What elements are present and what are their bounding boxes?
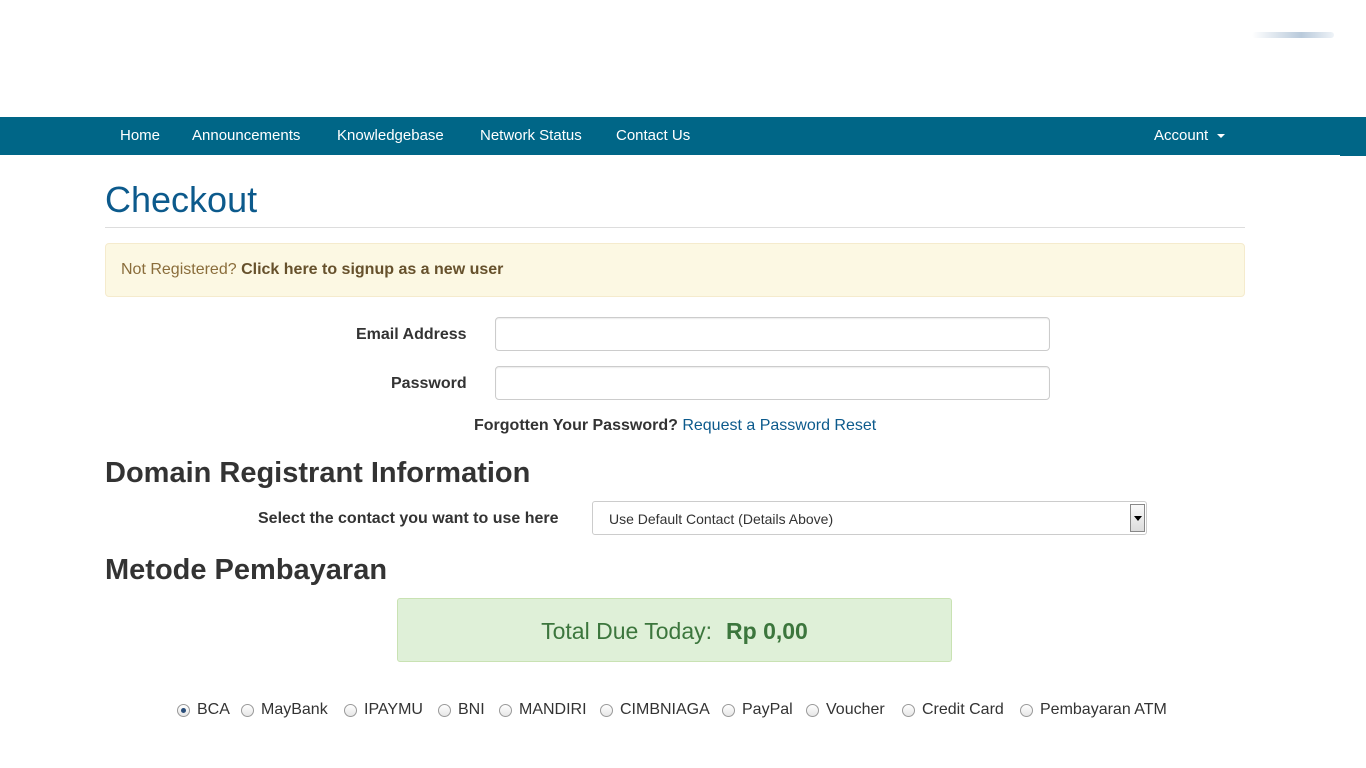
email-field[interactable] (495, 317, 1050, 351)
payment-option-label: MANDIRI (519, 701, 587, 718)
forgot-password-row: Forgotten Your Password? Request a Passw… (474, 417, 876, 435)
payment-option-label: IPAYMU (364, 701, 423, 718)
total-due-text: Total Due Today: Rp 0,00 (398, 618, 951, 645)
radio-icon[interactable] (600, 704, 613, 717)
registrant-heading: Domain Registrant Information (105, 457, 531, 489)
payment-option-label: BNI (458, 701, 485, 718)
password-field[interactable] (495, 366, 1050, 400)
site-header (0, 0, 1366, 117)
payment-option-label: Pembayaran ATM (1040, 701, 1167, 718)
radio-icon[interactable] (241, 704, 254, 717)
dropdown-arrow-icon[interactable] (1130, 504, 1145, 532)
radio-icon[interactable] (902, 704, 915, 717)
radio-icon[interactable] (177, 704, 190, 717)
radio-icon[interactable] (722, 704, 735, 717)
nav-contact-us[interactable]: Contact Us (616, 117, 690, 155)
password-reset-link[interactable]: Request a Password Reset (682, 417, 876, 434)
total-due-label: Total Due Today: (541, 618, 713, 644)
contact-select-label: Select the contact you want to use here (258, 510, 559, 527)
contact-select[interactable]: Use Default Contact (Details Above) (592, 501, 1147, 535)
radio-icon[interactable] (1020, 704, 1033, 717)
navbar-edge (1340, 117, 1366, 156)
nav-network-status[interactable]: Network Status (480, 117, 582, 155)
page-title: Checkout (105, 179, 258, 220)
payment-option-label: MayBank (261, 701, 328, 718)
password-label: Password (391, 375, 467, 392)
payment-heading: Metode Pembayaran (105, 554, 388, 586)
nav-account-label: Account (1154, 127, 1209, 144)
total-due-box: Total Due Today: Rp 0,00 (397, 598, 952, 662)
radio-icon[interactable] (499, 704, 512, 717)
main-navbar: Home Announcements Knowledgebase Network… (0, 117, 1340, 155)
signup-alert: Not Registered? Click here to signup as … (105, 243, 1245, 297)
email-label: Email Address (356, 326, 467, 343)
payment-option-label: PayPal (742, 701, 793, 718)
nav-home[interactable]: Home (120, 117, 160, 155)
payment-option-label: Credit Card (922, 701, 1004, 718)
radio-icon[interactable] (344, 704, 357, 717)
signup-alert-prefix: Not Registered? (121, 261, 237, 278)
site-logo[interactable] (1252, 32, 1334, 38)
total-due-amount: Rp 0,00 (726, 618, 808, 644)
nav-knowledgebase[interactable]: Knowledgebase (337, 117, 444, 155)
radio-icon[interactable] (806, 704, 819, 717)
payment-methods: BCA MayBank IPAYMU BNI MANDIRI CIMBNIAGA… (0, 701, 1366, 721)
signup-alert-text: Not Registered? Click here to signup as … (121, 261, 503, 279)
forgot-password-text: Forgotten Your Password? (474, 417, 678, 434)
nav-account-dropdown[interactable]: Account (1154, 117, 1226, 155)
payment-option-label: BCA (197, 701, 230, 718)
payment-option-label: CIMBNIAGA (620, 701, 710, 718)
title-divider (105, 227, 1245, 228)
signup-link[interactable]: Click here to signup as a new user (241, 261, 503, 278)
payment-option-label: Voucher (826, 701, 885, 718)
contact-select-value: Use Default Contact (Details Above) (609, 511, 834, 527)
radio-icon[interactable] (438, 704, 451, 717)
nav-announcements[interactable]: Announcements (192, 117, 300, 155)
caret-down-icon (1217, 134, 1226, 139)
